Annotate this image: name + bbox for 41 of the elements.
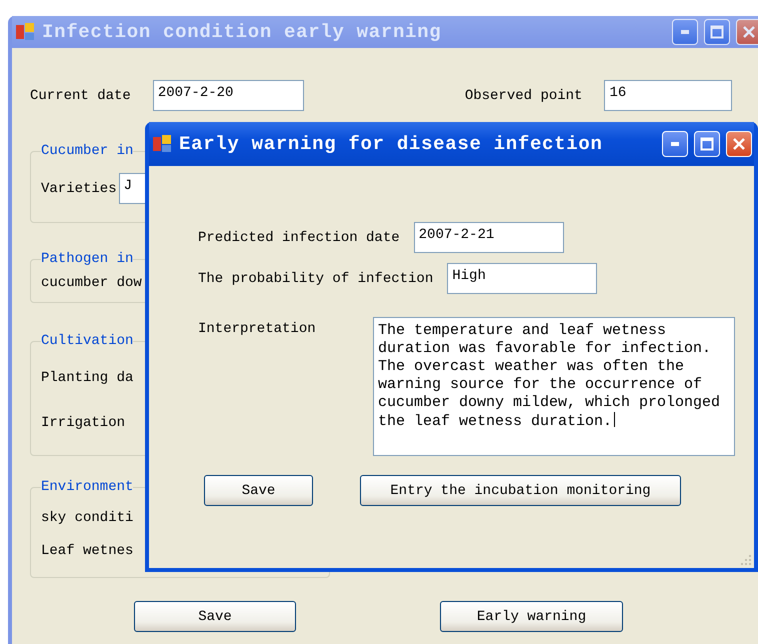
field-label: cucumber dow	[41, 274, 142, 290]
text-field[interactable]: High	[447, 263, 598, 294]
save-button[interactable]: Save	[134, 601, 296, 632]
field-label: sky conditi	[41, 510, 134, 526]
text-field[interactable]: 2007-2-20	[152, 80, 304, 111]
group-title: Cucumber in	[41, 143, 134, 159]
save-button[interactable]: Save	[204, 475, 313, 506]
text-field[interactable]: 16	[604, 80, 732, 111]
resize-grip-icon[interactable]	[740, 554, 752, 566]
early-warning-button[interactable]: Early warning	[440, 601, 623, 632]
app-icon	[14, 21, 36, 43]
group-title: Cultivation	[41, 333, 134, 349]
group-title: Pathogen in	[41, 251, 134, 267]
app-icon	[151, 133, 173, 155]
minimize-button[interactable]	[662, 131, 688, 157]
maximize-button[interactable]	[694, 131, 720, 157]
close-icon	[742, 25, 756, 39]
window-title: Infection condition early warning	[42, 21, 442, 43]
maximize-icon	[710, 25, 724, 39]
field-label: Irrigation	[41, 414, 126, 430]
group-title: Environment	[41, 479, 134, 495]
close-button[interactable]	[736, 19, 758, 45]
maximize-icon	[700, 137, 714, 151]
close-button[interactable]	[726, 131, 752, 157]
field-label: Planting da	[41, 370, 134, 386]
field-label: Interpretation	[198, 321, 317, 337]
field-label: Observed point	[464, 88, 582, 104]
close-icon	[732, 137, 746, 151]
interpretation-field[interactable]: The temperature and leaf wetness duration was favorable for infection. The overcast weather was often the warning source for the occurrence of cucumber downy mildew, which prolonged the leaf wetness duration.	[373, 317, 735, 456]
minimize-icon	[671, 142, 679, 146]
dialog-title: Early warning for disease infection	[179, 133, 604, 155]
minimize-icon	[681, 30, 689, 34]
field-label: Leaf wetnes	[41, 542, 134, 558]
field-label: Predicted infection date	[198, 230, 400, 246]
field-label: The probability of infection	[198, 270, 434, 286]
text-field[interactable]: 2007-2-21	[414, 222, 564, 253]
minimize-button[interactable]	[672, 19, 698, 45]
maximize-button[interactable]	[704, 19, 730, 45]
field-label: Varieties	[41, 180, 117, 196]
incubation-monitoring-button[interactable]: Entry the incubation monitoring	[360, 475, 681, 506]
field-label: Current date	[30, 88, 131, 104]
